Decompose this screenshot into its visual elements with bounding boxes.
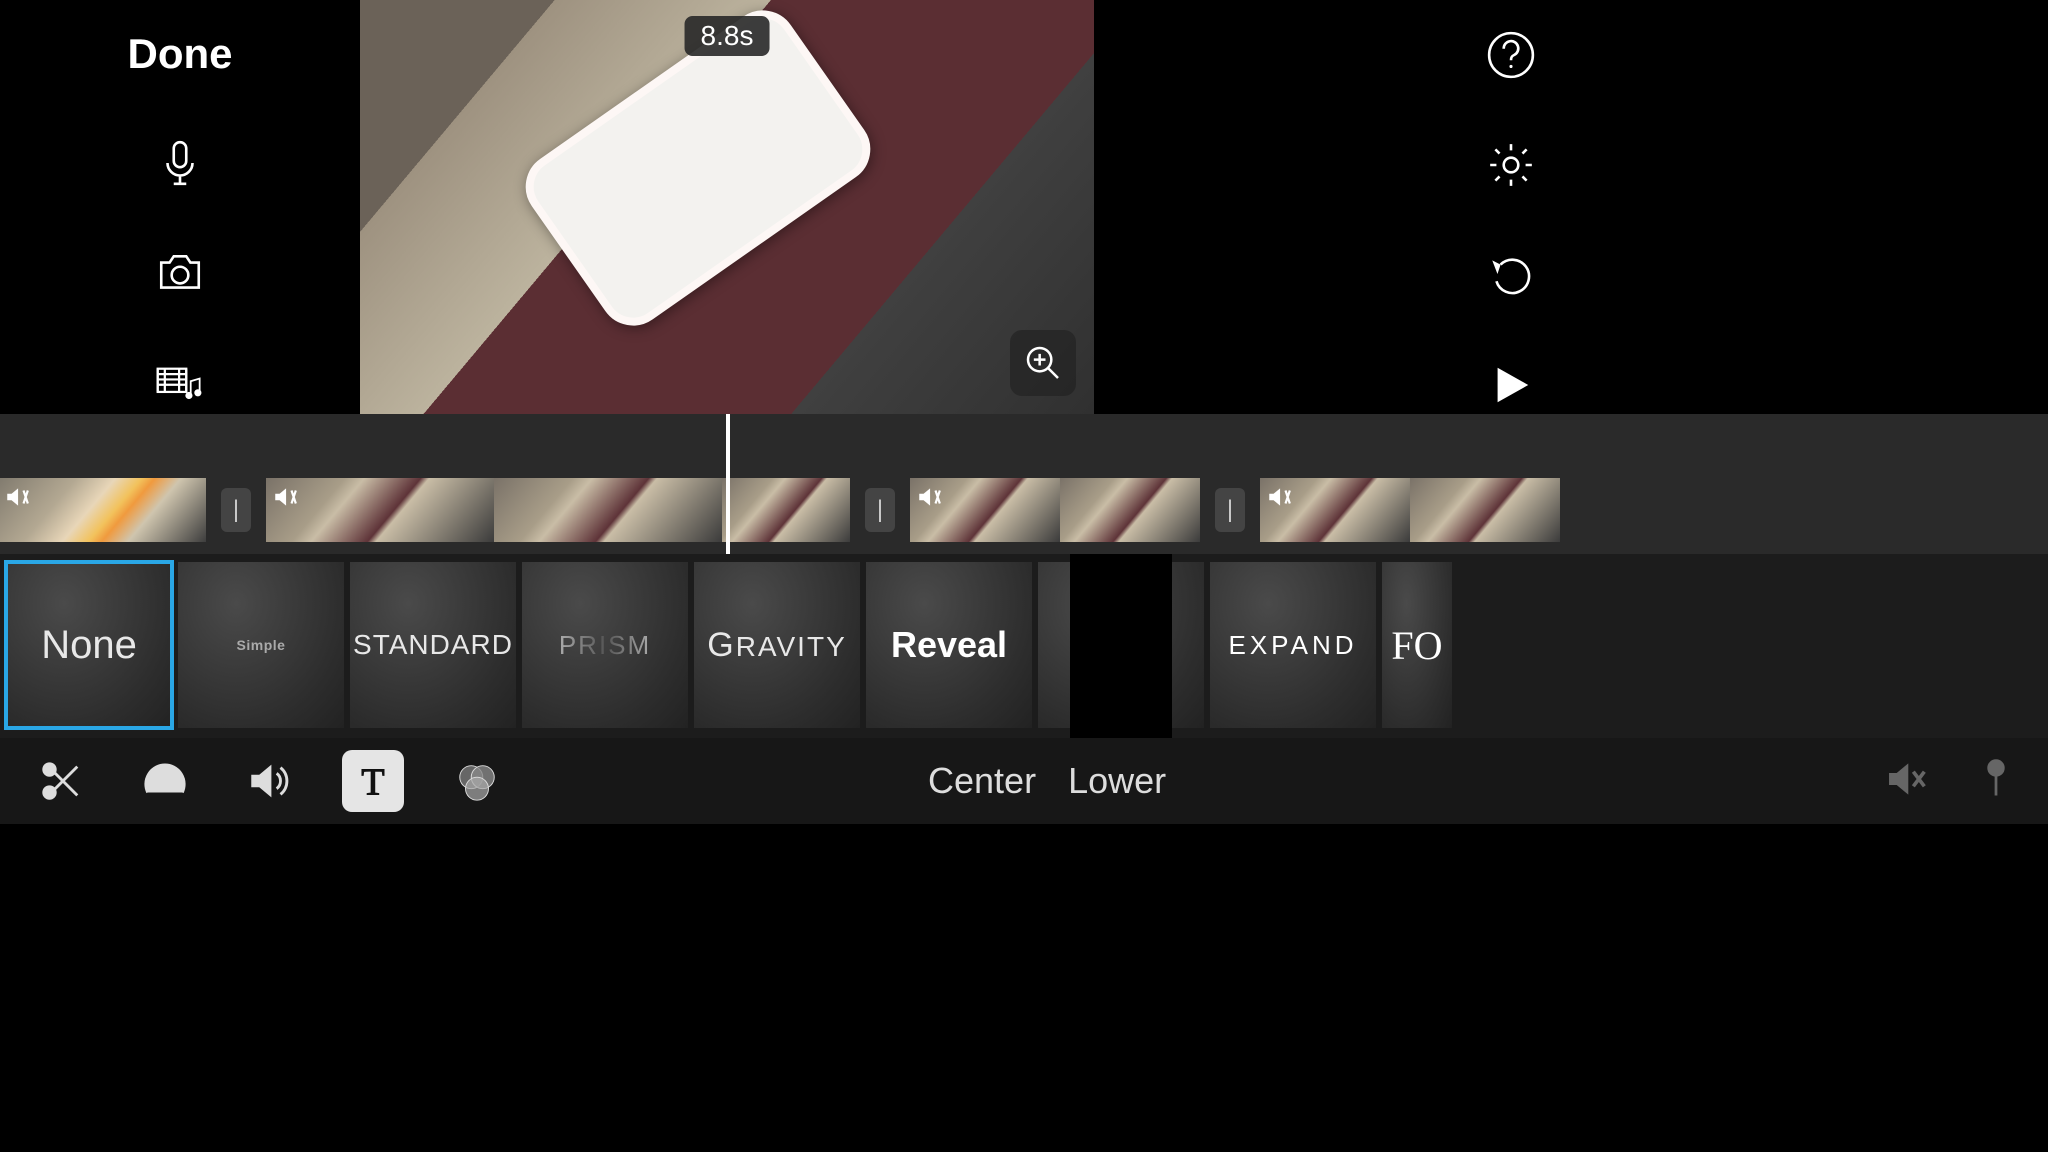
title-style-line[interactable]: LINE TITLE bbox=[1038, 562, 1204, 728]
title-style-label: EXPAND bbox=[1229, 630, 1358, 661]
title-style-label: STANDARD bbox=[353, 629, 513, 661]
gear-icon bbox=[1486, 140, 1536, 190]
timestamp-badge: 8.8s bbox=[685, 16, 770, 56]
filter-tool[interactable] bbox=[446, 750, 508, 812]
color-filter-icon bbox=[454, 758, 500, 804]
title-style-focus[interactable]: FO bbox=[1382, 562, 1452, 728]
title-style-label: Simple bbox=[237, 637, 286, 653]
edit-tools-group: T bbox=[30, 750, 508, 812]
timeline-clip[interactable] bbox=[1260, 478, 1560, 542]
settings-button[interactable] bbox=[1486, 140, 1536, 190]
mute-indicator-icon bbox=[916, 484, 942, 510]
title-style-simple[interactable]: Simple bbox=[178, 562, 344, 728]
mute-toggle[interactable] bbox=[1884, 757, 1928, 806]
undo-button[interactable] bbox=[1486, 250, 1536, 300]
play-button[interactable] bbox=[1486, 360, 1536, 410]
title-style-prism[interactable]: PRISM bbox=[522, 562, 688, 728]
play-icon bbox=[1488, 362, 1534, 408]
magnify-plus-icon bbox=[1023, 343, 1063, 383]
microphone-icon bbox=[155, 138, 205, 188]
transition-handle[interactable]: | bbox=[206, 478, 266, 542]
transition-handle[interactable]: | bbox=[1200, 478, 1260, 542]
align-center-option[interactable]: Center bbox=[928, 760, 1036, 802]
transition-handle[interactable]: | bbox=[850, 478, 910, 542]
align-lower-option[interactable]: Lower bbox=[1068, 760, 1166, 802]
svg-text:T: T bbox=[361, 761, 384, 803]
title-style-label: LINE TITLE bbox=[1070, 554, 1172, 738]
preview-image bbox=[360, 0, 1094, 414]
mute-indicator-icon bbox=[1266, 484, 1292, 510]
volume-icon bbox=[246, 758, 292, 804]
right-toolbar bbox=[1094, 0, 1686, 414]
title-style-picker: None Simple STANDARD PRISM GRAVITY Revea… bbox=[0, 554, 2048, 738]
cut-tool[interactable] bbox=[30, 750, 92, 812]
title-style-gravity[interactable]: GRAVITY bbox=[694, 562, 860, 728]
title-alignment-group: Center Lower bbox=[928, 760, 1166, 802]
text-icon: T bbox=[350, 758, 396, 804]
timeline-clip[interactable] bbox=[910, 478, 1200, 542]
zoom-button[interactable] bbox=[1010, 330, 1076, 396]
timeline-clip[interactable] bbox=[0, 478, 206, 542]
left-toolbar: Done bbox=[0, 0, 360, 414]
undo-icon bbox=[1486, 250, 1536, 300]
help-icon bbox=[1486, 30, 1536, 80]
mute-icon bbox=[1884, 757, 1928, 801]
camera-button[interactable] bbox=[155, 248, 205, 298]
top-section: Done bbox=[0, 0, 2048, 414]
timeline[interactable]: | | | bbox=[0, 414, 2048, 554]
timeline-clip[interactable] bbox=[266, 478, 850, 542]
title-style-label: FO bbox=[1391, 622, 1442, 669]
pin-toggle[interactable] bbox=[1974, 757, 2018, 806]
scissors-icon bbox=[38, 758, 84, 804]
title-style-label: PRISM bbox=[559, 630, 651, 661]
preview-area: 8.8s bbox=[360, 0, 1094, 414]
timeline-strip: | | | bbox=[0, 478, 1560, 542]
title-style-label: Reveal bbox=[891, 624, 1007, 666]
mute-indicator-icon bbox=[272, 484, 298, 510]
bottom-toolbar: T Center Lower bbox=[0, 738, 2048, 824]
volume-tool[interactable] bbox=[238, 750, 300, 812]
title-style-label: None bbox=[41, 623, 137, 668]
pin-icon bbox=[1974, 757, 2018, 801]
speedometer-icon bbox=[142, 758, 188, 804]
mute-indicator-icon bbox=[4, 484, 30, 510]
title-tool[interactable]: T bbox=[342, 750, 404, 812]
bottom-right-group bbox=[1884, 757, 2018, 806]
help-button[interactable] bbox=[1486, 30, 1536, 80]
title-style-standard[interactable]: STANDARD bbox=[350, 562, 516, 728]
media-library-button[interactable] bbox=[155, 358, 205, 408]
done-button[interactable]: Done bbox=[128, 30, 233, 78]
title-style-expand[interactable]: EXPAND bbox=[1210, 562, 1376, 728]
playhead[interactable] bbox=[726, 414, 730, 554]
title-style-label: GRAVITY bbox=[707, 626, 847, 665]
title-style-reveal[interactable]: Reveal bbox=[866, 562, 1032, 728]
voiceover-button[interactable] bbox=[155, 138, 205, 188]
media-library-icon bbox=[155, 358, 205, 408]
title-style-none[interactable]: None bbox=[6, 562, 172, 728]
speed-tool[interactable] bbox=[134, 750, 196, 812]
camera-icon bbox=[155, 248, 205, 298]
